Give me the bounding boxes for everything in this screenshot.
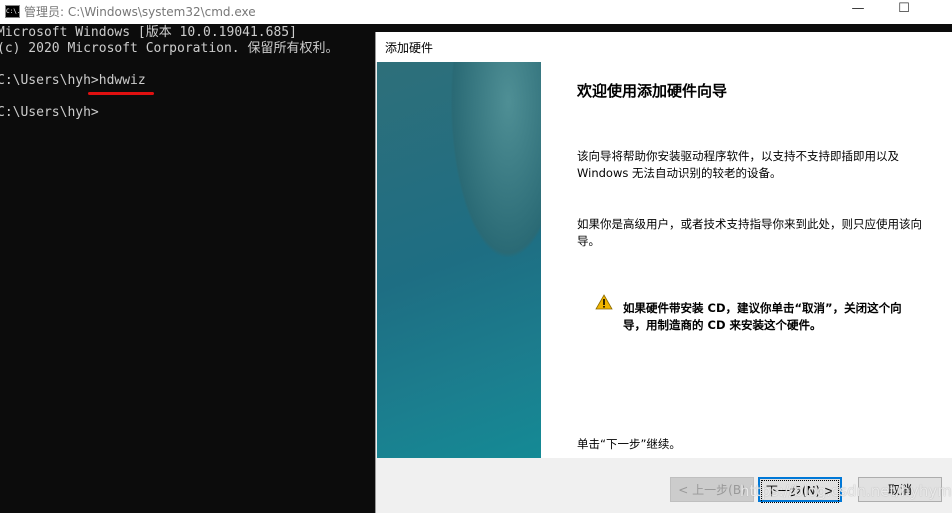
minimize-button[interactable]: — <box>838 0 878 24</box>
red-underline-annotation <box>88 92 154 95</box>
console-line: Microsoft Windows [版本 10.0.19041.685] <box>0 25 297 40</box>
wizard-heading: 欢迎使用添加硬件向导 <box>577 82 728 100</box>
back-button[interactable]: < 上一步(B) <box>670 477 754 502</box>
wizard-content: 欢迎使用添加硬件向导 该向导将帮助你安装驱动程序软件，以支持不支持即插即用以及 … <box>541 62 952 458</box>
cmd-titlebar: C:\. 管理员: C:\Windows\system32\cmd.exe — … <box>0 0 952 24</box>
warning-icon <box>595 294 613 310</box>
console-line: C:\Users\hyh> <box>0 105 99 120</box>
next-button[interactable]: 下一步(N) > <box>758 477 842 503</box>
dialog-title: 添加硬件 <box>385 41 434 55</box>
dialog-titlebar: 添加硬件 <box>376 32 952 62</box>
continue-text: 单击“下一步”继续。 <box>577 437 681 451</box>
cancel-button[interactable]: 取消 <box>858 477 942 502</box>
next-button-label: 下一步(N) > <box>761 480 839 503</box>
window-title: 管理员: C:\Windows\system32\cmd.exe <box>24 5 256 19</box>
warning-text: 如果硬件带安装 CD，建议你单击“取消”，关闭这个向导，用制造商的 CD 来安装… <box>623 301 902 332</box>
console-line: (c) 2020 Microsoft Corporation. 保留所有权利。 <box>0 41 339 56</box>
console-output[interactable]: Microsoft Windows [版本 10.0.19041.685] (c… <box>0 24 376 513</box>
wizard-banner-image <box>377 62 541 458</box>
advanced-user-text: 如果你是高级用户，或者技术支持指导你来到此处，则只应使用该向导。 <box>577 217 922 248</box>
add-hardware-dialog: 添加硬件 欢迎使用添加硬件向导 该向导将帮助你安装驱动程序软件，以支持不支持即插… <box>375 32 952 513</box>
intro-text: 该向导将帮助你安装驱动程序软件，以支持不支持即插即用以及 Windows 无法自… <box>577 149 899 180</box>
maximize-button[interactable]: ☐ <box>884 0 924 24</box>
cmd-icon: C:\. <box>5 5 20 18</box>
console-line: C:\Users\hyh>hdwwiz <box>0 73 146 88</box>
